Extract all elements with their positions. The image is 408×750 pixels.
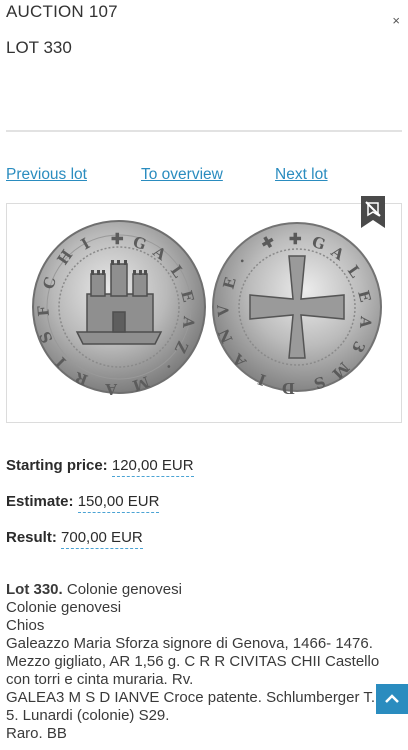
description-line: GALEA3 M S D IANVE Croce patente. Schlum… bbox=[6, 689, 376, 706]
lot-category: Colonie genovesi bbox=[62, 581, 182, 598]
svg-text:D: D bbox=[282, 379, 295, 397]
description-line: Galeazzo Maria Sforza signore di Genova,… bbox=[6, 635, 373, 652]
description-line: Raro. BB bbox=[6, 725, 67, 742]
svg-text:F: F bbox=[34, 305, 53, 318]
lot-title: LOT 330 bbox=[6, 38, 72, 57]
result: Result: 700,00 EUR bbox=[6, 529, 143, 549]
starting-price-value[interactable]: 120,00 EUR bbox=[111, 457, 194, 477]
chevron-up-icon bbox=[385, 694, 399, 703]
bookmark-slash-icon[interactable] bbox=[361, 196, 385, 228]
svg-text:✚: ✚ bbox=[111, 230, 124, 248]
svg-text:A: A bbox=[356, 315, 375, 330]
svg-text:A: A bbox=[179, 315, 198, 330]
description-line: Chios bbox=[6, 617, 45, 634]
estimate-label: Estimate: bbox=[6, 493, 74, 510]
lot-navigation: Previous lot To overview Next lot bbox=[0, 166, 408, 188]
lot-description: Lot 330. Colonie genovesi Colonie genove… bbox=[6, 581, 396, 743]
scroll-to-top-button[interactable] bbox=[376, 684, 408, 714]
coin-obverse: ✚ G A L E A Z · M A R I S F C H I bbox=[32, 220, 206, 398]
starting-price: Starting price: 120,00 EUR bbox=[6, 457, 194, 477]
estimate: Estimate: 150,00 EUR bbox=[6, 493, 160, 513]
lot-number: Lot 330. bbox=[6, 581, 63, 598]
description-line: Colonie genovesi bbox=[6, 599, 122, 616]
description-line: Mezzo gigliato, AR 1,56 g. C R R CIVITAS… bbox=[6, 653, 380, 670]
description-line: Lot 330. Colonie genovesi bbox=[6, 581, 396, 599]
svg-text:A: A bbox=[105, 380, 118, 398]
lot-image[interactable]: ✚ G A L E A Z · M A R I S F C H I ✚ G A … bbox=[6, 196, 402, 423]
coin-reverse: ✚ G A L E A 3 M S D I A N V E · ✚ bbox=[212, 222, 382, 397]
svg-text:✚: ✚ bbox=[289, 230, 302, 248]
close-icon[interactable]: × bbox=[392, 14, 400, 27]
header-divider bbox=[6, 130, 402, 132]
description-line: con torri e cinta muraria. Rv. bbox=[6, 671, 194, 688]
result-label: Result: bbox=[6, 529, 57, 546]
auction-title: AUCTION 107 bbox=[6, 2, 118, 21]
previous-lot-link[interactable]: Previous lot bbox=[6, 166, 87, 184]
next-lot-link[interactable]: Next lot bbox=[275, 166, 328, 184]
starting-price-label: Starting price: bbox=[6, 457, 108, 474]
description-line: 5. Lunardi (colonie) S29. bbox=[6, 707, 170, 724]
result-value[interactable]: 700,00 EUR bbox=[61, 529, 143, 549]
overview-link[interactable]: To overview bbox=[141, 166, 223, 184]
svg-text:V: V bbox=[214, 304, 233, 319]
coin-photo: ✚ G A L E A Z · M A R I S F C H I ✚ G A … bbox=[32, 220, 382, 398]
estimate-value[interactable]: 150,00 EUR bbox=[77, 493, 160, 513]
